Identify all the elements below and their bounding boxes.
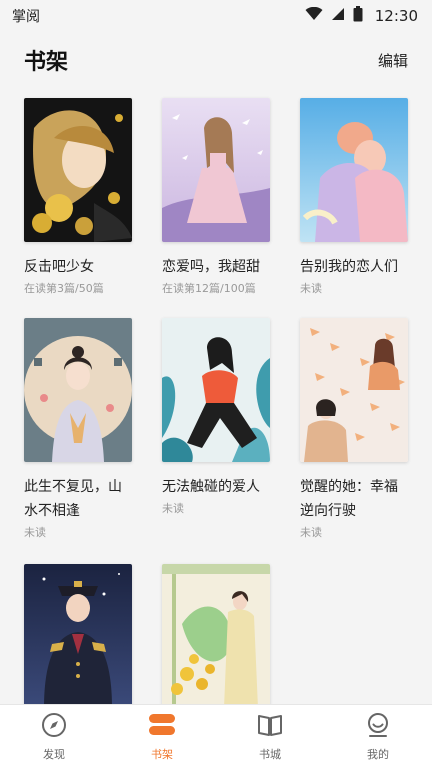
book-cover[interactable]: [300, 318, 408, 462]
book-cover[interactable]: [162, 318, 270, 462]
book-cover[interactable]: [300, 98, 408, 242]
book-cover[interactable]: [24, 98, 132, 242]
nav-bookstore[interactable]: 书城: [216, 712, 324, 762]
book-item[interactable]: 告别我的恋人们 未读: [300, 98, 408, 318]
book-item[interactable]: 无法触碰的爱人 未读: [162, 318, 270, 564]
nav-label-bookshelf: 书架: [151, 748, 173, 761]
nav-label-profile: 我的: [367, 748, 389, 761]
status-icons: 12:30: [305, 6, 418, 26]
bottom-nav: 发现 书架 书城 我的: [0, 704, 432, 769]
nav-discover[interactable]: 发现: [0, 712, 108, 762]
profile-icon: [365, 712, 391, 742]
book-item[interactable]: 觉醒的她：幸福逆向行驶 未读: [300, 318, 408, 564]
book-progress: 在读第3篇/50篇: [24, 282, 104, 295]
nav-profile[interactable]: 我的: [324, 712, 432, 762]
book-cover[interactable]: [162, 98, 270, 242]
book-progress: 未读: [24, 526, 46, 539]
book-progress: 未读: [162, 502, 184, 515]
nav-label-bookstore: 书城: [259, 748, 281, 761]
signal-icon: [331, 7, 345, 25]
status-bar: 掌阅 12:30: [0, 0, 432, 32]
book-title: 反击吧少女: [24, 259, 94, 275]
page-header: 书架 编辑: [0, 38, 432, 82]
book-title: 觉醒的她：幸福逆向行驶: [300, 479, 398, 519]
edit-button[interactable]: 编辑: [378, 50, 408, 71]
book-cover[interactable]: [162, 564, 270, 708]
status-time: 12:30: [374, 7, 418, 25]
book-title: 告别我的恋人们: [300, 259, 398, 275]
book-progress: 未读: [300, 282, 322, 295]
nav-label-discover: 发现: [43, 748, 65, 761]
bookshelf-icon: [148, 712, 176, 742]
book-title: 恋爱吗，我超甜: [162, 259, 260, 275]
page-title: 书架: [24, 50, 69, 75]
book-item[interactable]: 恋爱吗，我超甜 在读第12篇/100篇: [162, 98, 270, 318]
book-item[interactable]: 反击吧少女 在读第3篇/50篇: [24, 98, 132, 318]
status-app-name: 掌阅: [12, 9, 40, 25]
book-item[interactable]: 此生不复见，山水不相逢 未读: [24, 318, 132, 564]
nav-bookshelf[interactable]: 书架: [108, 712, 216, 762]
bookshelf-grid: 反击吧少女 在读第3篇/50篇 恋爱吗，我超甜 在读第12篇/100篇 告别我的…: [24, 98, 408, 764]
book-title: 此生不复见，山水不相逢: [24, 479, 122, 519]
book-progress: 未读: [300, 526, 322, 539]
book-icon: [257, 712, 283, 742]
book-cover[interactable]: [24, 318, 132, 462]
battery-icon: [353, 6, 363, 26]
wifi-icon: [305, 6, 323, 25]
book-progress: 在读第12篇/100篇: [162, 282, 256, 295]
book-title: 无法触碰的爱人: [162, 479, 260, 495]
book-cover[interactable]: [24, 564, 132, 708]
compass-icon: [41, 712, 67, 742]
